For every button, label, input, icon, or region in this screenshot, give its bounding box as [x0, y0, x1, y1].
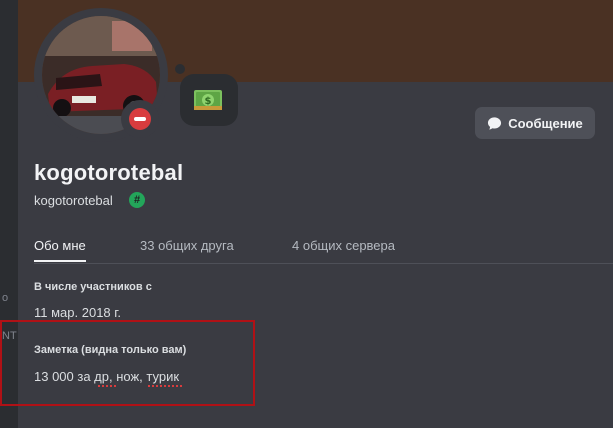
speech-bubble-icon [488, 116, 502, 130]
dnd-status-icon [129, 108, 151, 130]
svg-text:$: $ [205, 96, 212, 107]
hashtag-badge-icon[interactable]: # [129, 192, 145, 208]
tab-mutual-friends[interactable]: 33 общих друга [140, 238, 234, 253]
member-since-value: 11 мар. 2018 г. [34, 305, 122, 320]
background-text-fragment: о [2, 292, 9, 304]
send-message-button[interactable]: Сообщение [475, 107, 595, 139]
username: kogotorotebal [34, 193, 113, 208]
member-since-label: В числе участников с [34, 281, 152, 293]
custom-status-bubble-tail [175, 64, 185, 74]
tab-about-me[interactable]: Обо мне [34, 238, 86, 253]
send-message-label: Сообщение [508, 115, 583, 131]
profile-tabs: Обо мне 33 общих друга 4 общих сервера [34, 238, 609, 264]
annotation-highlight-box [0, 320, 255, 406]
tab-mutual-servers[interactable]: 4 общих сервера [292, 238, 395, 253]
tabs-divider [34, 263, 613, 264]
active-tab-indicator [34, 260, 86, 262]
display-name: kogotorotebal [34, 160, 184, 185]
money-bill-emoji-icon: $ [194, 90, 222, 110]
